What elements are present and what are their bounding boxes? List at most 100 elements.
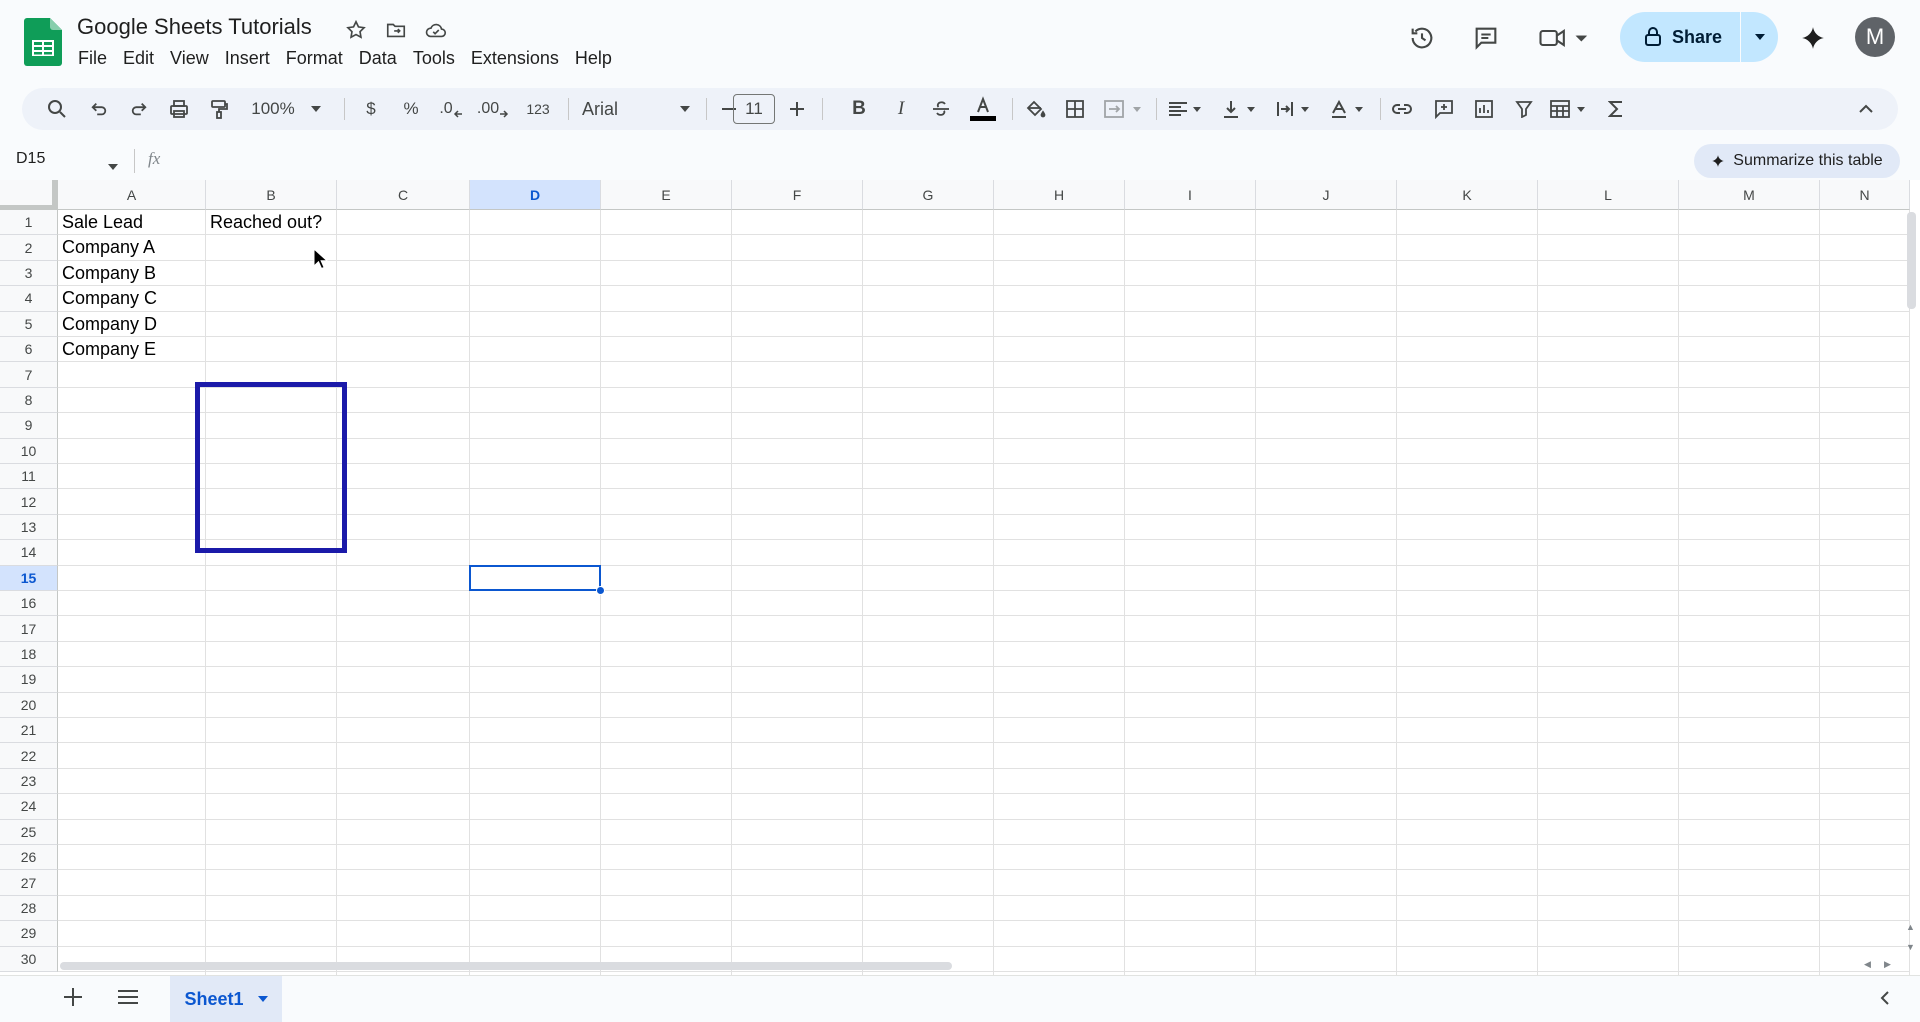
row-header[interactable]: 7 bbox=[0, 362, 58, 388]
sheet-tab-sheet1[interactable]: Sheet1 bbox=[170, 976, 282, 1022]
row-header[interactable]: 22 bbox=[0, 743, 58, 769]
share-dropdown-button[interactable] bbox=[1741, 12, 1778, 62]
row-header[interactable]: 2 bbox=[0, 235, 58, 261]
format-percent-button[interactable]: % bbox=[396, 88, 426, 130]
row-header[interactable]: 10 bbox=[0, 438, 58, 464]
avatar[interactable]: M bbox=[1855, 17, 1895, 57]
share-button[interactable]: Share bbox=[1620, 12, 1742, 62]
column-header[interactable]: A bbox=[58, 180, 206, 210]
row-header[interactable]: 8 bbox=[0, 387, 58, 414]
text-rotation-icon[interactable] bbox=[1326, 88, 1372, 130]
column-header[interactable]: D bbox=[470, 180, 601, 210]
vertical-scrollbar[interactable] bbox=[1907, 212, 1916, 309]
select-all-corner[interactable] bbox=[0, 180, 58, 210]
row-header[interactable]: 25 bbox=[0, 819, 58, 845]
column-header[interactable]: B bbox=[206, 180, 337, 210]
scroll-left-arrow-icon[interactable]: ◀ bbox=[1864, 959, 1871, 970]
row-header[interactable]: 13 bbox=[0, 514, 58, 541]
row-header[interactable]: 29 bbox=[0, 921, 58, 947]
row-header[interactable]: 21 bbox=[0, 718, 58, 744]
meet-video-icon[interactable] bbox=[1534, 18, 1596, 58]
text-color-icon[interactable] bbox=[966, 88, 1000, 130]
borders-icon[interactable] bbox=[1058, 88, 1092, 130]
strikethrough-icon[interactable] bbox=[926, 88, 956, 130]
row-header[interactable]: 6 bbox=[0, 337, 58, 363]
menu-view[interactable]: View bbox=[162, 46, 217, 70]
font-size-input[interactable]: 11 bbox=[733, 94, 775, 124]
more-formats-button[interactable]: 123 bbox=[518, 88, 558, 130]
menu-insert[interactable]: Insert bbox=[217, 46, 278, 70]
horizontal-align-icon[interactable] bbox=[1164, 88, 1210, 130]
name-box[interactable]: D15 bbox=[16, 150, 45, 168]
row-header[interactable]: 24 bbox=[0, 794, 58, 820]
menu-format[interactable]: Format bbox=[278, 46, 351, 70]
cell-a4[interactable]: Company C bbox=[62, 286, 157, 311]
menu-extensions[interactable]: Extensions bbox=[463, 46, 567, 70]
row-header[interactable]: 19 bbox=[0, 667, 58, 693]
gemini-sparkle-icon[interactable] bbox=[1793, 18, 1833, 58]
fill-color-icon[interactable] bbox=[1018, 88, 1052, 130]
row-header[interactable]: 15 bbox=[0, 565, 58, 591]
menu-help[interactable]: Help bbox=[567, 46, 620, 70]
decrease-decimal-button[interactable]: .0 bbox=[434, 88, 468, 130]
row-header[interactable]: 3 bbox=[0, 260, 58, 287]
format-currency-button[interactable]: $ bbox=[356, 88, 386, 130]
column-header[interactable]: F bbox=[732, 180, 863, 210]
sheets-logo-icon[interactable] bbox=[24, 18, 62, 66]
cell-a2[interactable]: Company A bbox=[62, 235, 155, 260]
functions-icon[interactable] bbox=[1598, 88, 1634, 130]
print-icon[interactable] bbox=[162, 88, 196, 130]
bold-button[interactable]: B bbox=[844, 88, 874, 130]
row-header[interactable]: 9 bbox=[0, 413, 58, 439]
increase-font-size-icon[interactable] bbox=[782, 88, 812, 130]
star-icon[interactable] bbox=[342, 16, 370, 44]
menu-file[interactable]: File bbox=[70, 46, 115, 70]
row-header[interactable]: 20 bbox=[0, 692, 58, 718]
active-cell-selection[interactable] bbox=[469, 564, 601, 591]
scroll-right-arrow-icon[interactable]: ▶ bbox=[1884, 959, 1891, 970]
scroll-up-arrow-icon[interactable]: ▲ bbox=[1906, 922, 1915, 932]
column-header[interactable]: K bbox=[1397, 180, 1538, 210]
summarize-table-button[interactable]: Summarize this table bbox=[1694, 144, 1900, 178]
formula-input[interactable] bbox=[180, 147, 1680, 175]
cell-a5[interactable]: Company D bbox=[62, 312, 157, 337]
row-header[interactable]: 26 bbox=[0, 845, 58, 871]
row-header[interactable]: 30 bbox=[0, 946, 58, 972]
row-header[interactable]: 27 bbox=[0, 870, 58, 896]
collapse-menus-icon[interactable] bbox=[1848, 88, 1884, 130]
row-header[interactable]: 1 bbox=[0, 210, 58, 236]
column-header[interactable]: M bbox=[1679, 180, 1820, 210]
row-header[interactable]: 17 bbox=[0, 616, 58, 642]
move-folder-icon[interactable] bbox=[382, 16, 410, 44]
menu-tools[interactable]: Tools bbox=[405, 46, 463, 70]
horizontal-scrollbar[interactable] bbox=[60, 962, 952, 970]
menu-data[interactable]: Data bbox=[351, 46, 405, 70]
column-header[interactable]: J bbox=[1256, 180, 1397, 210]
italic-button[interactable]: I bbox=[886, 88, 916, 130]
spreadsheet-grid[interactable]: ABCDEFGHIJKLMN 1 2 3 4 5 6 7 8 9 10 11 12 13 14 15 16 17… bbox=[0, 180, 1920, 975]
column-header[interactable]: C bbox=[337, 180, 470, 210]
scroll-down-arrow-icon[interactable]: ▼ bbox=[1906, 942, 1915, 952]
table-view-icon[interactable] bbox=[1546, 88, 1594, 130]
row-header[interactable]: 23 bbox=[0, 768, 58, 795]
all-sheets-menu-icon[interactable] bbox=[118, 990, 138, 1009]
filter-icon[interactable] bbox=[1506, 88, 1542, 130]
add-sheet-icon[interactable] bbox=[64, 988, 82, 1011]
cell-a6[interactable]: Company E bbox=[62, 337, 156, 362]
menu-edit[interactable]: Edit bbox=[115, 46, 162, 70]
row-header[interactable]: 11 bbox=[0, 464, 58, 490]
column-header[interactable]: N bbox=[1820, 180, 1910, 210]
document-title[interactable]: Google Sheets Tutorials bbox=[77, 14, 312, 40]
insert-chart-icon[interactable] bbox=[1466, 88, 1502, 130]
explore-collapse-icon[interactable] bbox=[1880, 990, 1890, 1011]
vertical-align-icon[interactable] bbox=[1218, 88, 1264, 130]
row-header[interactable]: 28 bbox=[0, 895, 58, 922]
zoom-select[interactable]: 100% bbox=[246, 88, 326, 130]
row-header[interactable]: 12 bbox=[0, 489, 58, 515]
row-header[interactable]: 4 bbox=[0, 286, 58, 312]
row-header[interactable]: 16 bbox=[0, 591, 58, 617]
undo-icon[interactable] bbox=[82, 88, 116, 130]
fill-handle[interactable] bbox=[596, 586, 605, 595]
column-header[interactable]: L bbox=[1538, 180, 1679, 210]
cell-a1[interactable]: Sale Lead bbox=[62, 210, 143, 235]
